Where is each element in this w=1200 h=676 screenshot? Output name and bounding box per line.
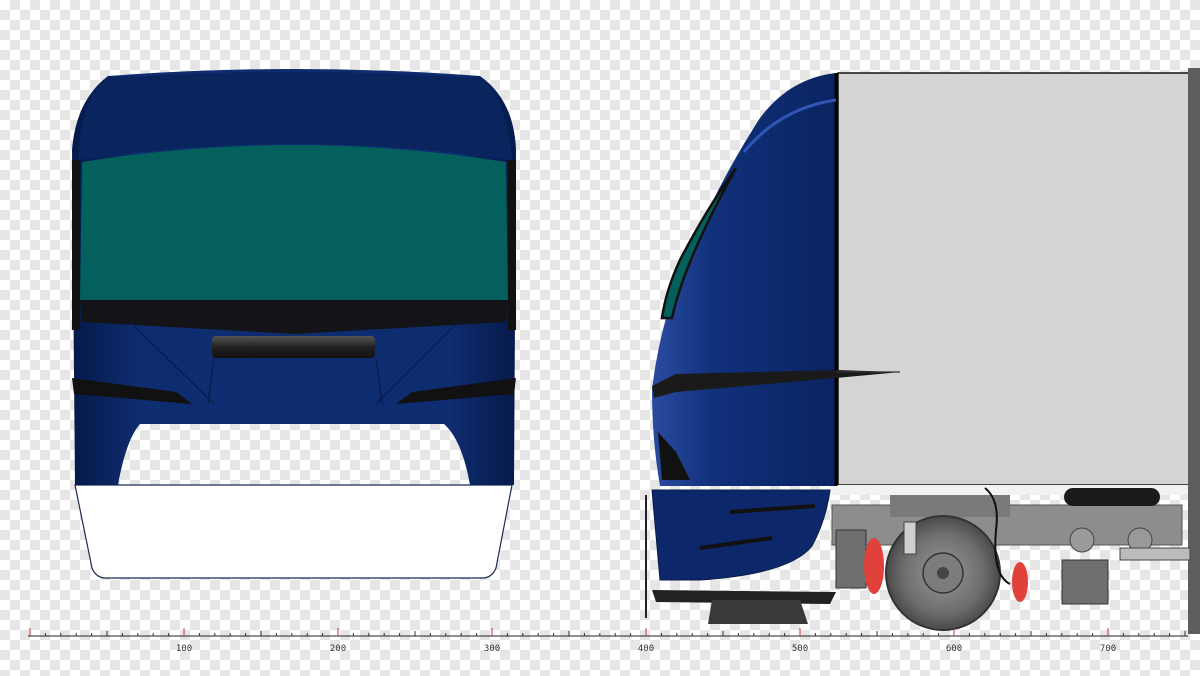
- ruler-ticks: [29, 628, 1186, 636]
- front-right-pillar: [508, 160, 516, 330]
- ruler-label-700: 700: [1100, 644, 1116, 654]
- ruler-label-100: 100: [176, 644, 192, 654]
- bogie-damper: [1119, 547, 1191, 561]
- bogie-axle: [937, 567, 949, 579]
- ruler-label-400: 400: [638, 644, 654, 654]
- ruler-label-600: 600: [946, 644, 962, 654]
- ruler-label-500: 500: [792, 644, 808, 654]
- front-windshield: [80, 145, 508, 300]
- bogie-valve: [903, 521, 917, 555]
- side-bogie: [831, 487, 1191, 631]
- front-skirt-outline: [74, 484, 513, 579]
- ruler-labels: 100 200 300 400 500 600 700: [176, 644, 1116, 654]
- bogie-pad: [1064, 488, 1160, 506]
- ruler: 100 200 300 400 500 600 700: [28, 628, 1188, 654]
- bogie-spring-1: [1069, 527, 1095, 553]
- ruler-label-200: 200: [330, 644, 346, 654]
- bogie-box-right: [1061, 559, 1109, 605]
- train-drawing-canvas: 100 200 300 400 500 600 700: [28, 68, 1200, 654]
- front-center-light-bar: [212, 336, 375, 358]
- side-car-body: [837, 72, 1200, 486]
- front-view: [72, 69, 516, 579]
- side-skirt: [651, 489, 831, 581]
- ruler-label-300: 300: [484, 644, 500, 654]
- brake-disc-left: [864, 538, 884, 594]
- side-deflector-lower: [708, 600, 808, 624]
- front-left-pillar: [72, 160, 80, 330]
- side-view: [645, 68, 1200, 634]
- bogie-box-left: [835, 529, 867, 589]
- brake-disc-right: [1012, 562, 1028, 602]
